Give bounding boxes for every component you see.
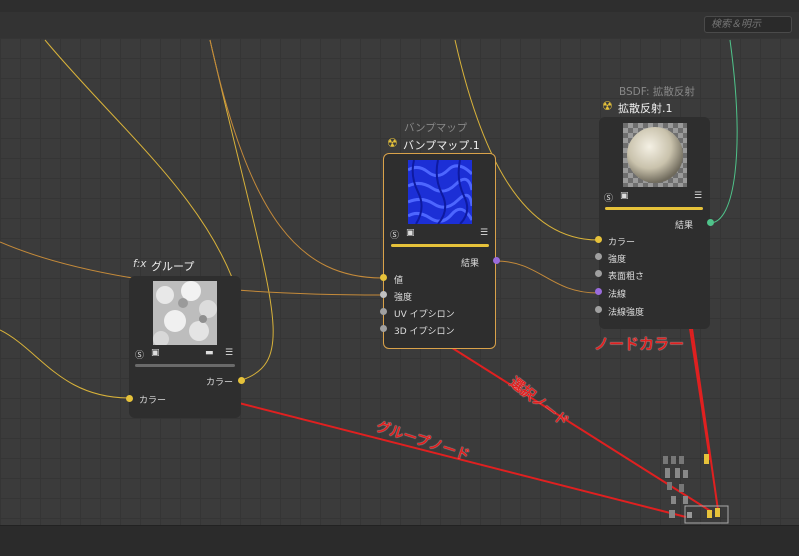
- diffuse-input-label-2: 表面粗さ: [608, 272, 645, 282]
- diffuse-input-port-3[interactable]: [595, 288, 602, 295]
- diffuse-input-label-4: 法線強度: [608, 308, 645, 318]
- diffuse-node-color-bar: [605, 207, 703, 210]
- bump-input-label-0: 値: [394, 276, 404, 286]
- toolbar: [0, 12, 799, 39]
- diffuse-input-port-4[interactable]: [595, 306, 602, 313]
- group-output-port[interactable]: [238, 377, 245, 384]
- group-node-color-bar: [135, 364, 235, 367]
- bump-input-port-0[interactable]: [380, 274, 387, 281]
- diffuse-node-thumbnail: [623, 123, 687, 187]
- bump-output-port[interactable]: [493, 257, 500, 264]
- group-input-label: カラー: [139, 396, 167, 406]
- bump-node-color-bar: [391, 244, 489, 247]
- shader-icon[interactable]: Ⓢ: [135, 348, 144, 361]
- bump-node-subtitle: バンプマップ: [404, 122, 468, 134]
- bump-node-thumbnail: [408, 160, 472, 224]
- bottom-bar: [0, 525, 799, 556]
- diffuse-input-label-0: カラー: [608, 238, 636, 248]
- bump-input-port-2[interactable]: [380, 308, 387, 315]
- group-input-port[interactable]: [126, 395, 133, 402]
- folder-icon[interactable]: ▬: [205, 348, 214, 358]
- group-node[interactable]: Ⓢ ▣ ▬ ☰ カラー カラー: [129, 276, 241, 418]
- diffuse-input-label-3: 法線: [608, 290, 627, 300]
- bump-node[interactable]: Ⓢ ▣ ☰ 結果 値 強度 UV イプシロン 3D イプシロン: [383, 153, 496, 349]
- bump-node-title[interactable]: バンプマップ.1: [403, 137, 480, 153]
- menu-icon[interactable]: ☰: [694, 191, 702, 201]
- group-node-prefix: f:x: [133, 258, 147, 270]
- bump-input-label-2: UV イプシロン: [394, 310, 455, 320]
- image-icon[interactable]: ▣: [151, 348, 160, 358]
- menu-icon[interactable]: ☰: [225, 348, 233, 358]
- diffuse-node[interactable]: Ⓢ ▣ ☰ 結果 カラー 強度 表面粗さ 法線 法線強度: [599, 117, 710, 329]
- search-input[interactable]: [704, 16, 792, 33]
- radioactive-icon: ☢: [602, 99, 613, 113]
- node-navigator[interactable]: [657, 452, 729, 524]
- image-icon[interactable]: ▣: [406, 228, 415, 238]
- shader-icon[interactable]: Ⓢ: [390, 228, 399, 241]
- radioactive-icon: ☢: [387, 136, 398, 150]
- group-output-label: カラー: [206, 378, 234, 388]
- diffuse-input-port-1[interactable]: [595, 253, 602, 260]
- diffuse-output-label: 結果: [675, 221, 694, 231]
- group-node-title[interactable]: グループ: [151, 258, 194, 274]
- top-bar: [0, 0, 799, 12]
- diffuse-input-port-2[interactable]: [595, 270, 602, 277]
- shader-icon[interactable]: Ⓢ: [604, 191, 613, 204]
- bump-output-label: 結果: [461, 259, 480, 269]
- menu-icon[interactable]: ☰: [480, 228, 488, 238]
- group-node-thumbnail: [153, 281, 217, 345]
- image-icon[interactable]: ▣: [620, 191, 629, 201]
- diffuse-input-label-1: 強度: [608, 255, 627, 265]
- diffuse-node-subtitle: BSDF: 拡散反射: [619, 86, 695, 98]
- diffuse-input-port-0[interactable]: [595, 236, 602, 243]
- bump-input-label-3: 3D イプシロン: [394, 327, 455, 337]
- diffuse-output-port[interactable]: [707, 219, 714, 226]
- bump-input-port-3[interactable]: [380, 325, 387, 332]
- annotation-node-color: ノードカラー: [594, 335, 685, 353]
- bump-input-label-1: 強度: [394, 293, 413, 303]
- diffuse-node-title[interactable]: 拡散反射.1: [618, 100, 673, 116]
- bump-input-port-1[interactable]: [380, 291, 387, 298]
